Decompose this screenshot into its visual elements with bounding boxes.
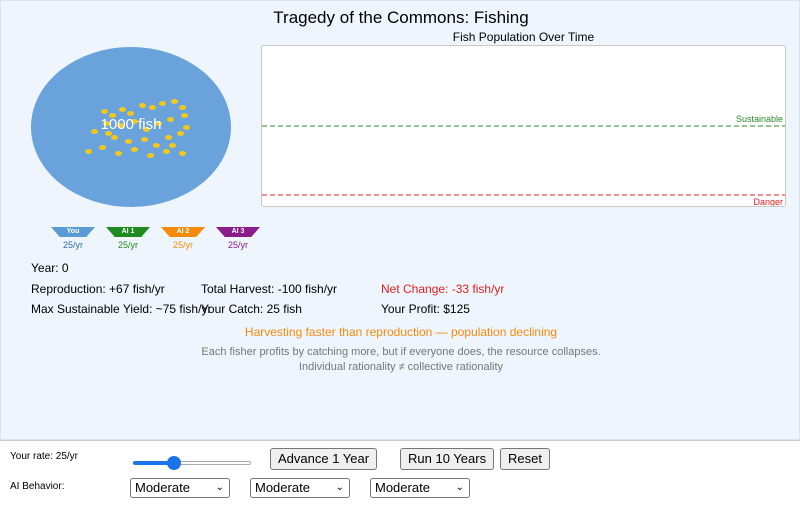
reset-button[interactable]: Reset <box>500 448 550 470</box>
fish-icon <box>159 101 166 106</box>
danger-threshold-label: Danger <box>753 197 783 206</box>
your-profit-stat: Your Profit: $125 <box>381 302 470 316</box>
ai-3-behavior-select[interactable]: Moderate ⌄ <box>370 478 470 498</box>
boat-icon: You <box>51 227 95 237</box>
fish-icon <box>171 99 178 104</box>
slider-thumb[interactable] <box>167 456 181 470</box>
advance-year-button[interactable]: Advance 1 Year <box>270 448 378 470</box>
run-10-years-button[interactable]: Run 10 Years <box>400 448 495 470</box>
select-value: Moderate <box>255 480 310 495</box>
ai-1-behavior-select[interactable]: Moderate ⌄ <box>130 478 230 498</box>
fish-icon <box>85 149 92 154</box>
rate-label: Your rate: 25/yr <box>10 451 79 462</box>
rationality-note: Individual rationality ≠ collective rati… <box>298 361 504 373</box>
page-title: Tragedy of the Commons: Fishing <box>273 8 529 27</box>
fish-icon <box>149 105 156 110</box>
simulation-panel: Tragedy of the Commons: Fishing 1000 fis… <box>0 0 800 440</box>
explanation-note: Each fisher profits by catching more, bu… <box>201 346 601 358</box>
fish-count-label: 1000 fish <box>100 116 162 133</box>
your-catch-stat: Your Catch: 25 fish <box>201 302 302 316</box>
fisher-ai-2: AI 2 25/yr <box>160 227 206 250</box>
fish-icon <box>169 143 176 148</box>
select-value: Moderate <box>375 480 430 495</box>
fisher-ai-1: AI 1 25/yr <box>105 227 151 250</box>
chevron-down-icon: ⌄ <box>455 482 464 493</box>
fish-icon <box>115 151 122 156</box>
select-value: Moderate <box>135 480 190 495</box>
harvest-rate-slider[interactable] <box>133 456 251 470</box>
slider-track <box>174 461 251 465</box>
ai-behavior-label: AI Behavior: <box>10 481 65 492</box>
fisher-rate: 25/yr <box>172 240 193 250</box>
fish-icon <box>101 109 108 114</box>
fish-icon <box>179 105 186 110</box>
population-chart: Sustainable Danger <box>261 45 786 207</box>
fish-icon <box>125 139 132 144</box>
boat-icon: AI 2 <box>161 227 205 237</box>
year-stat: Year: 0 <box>31 261 69 275</box>
controls-panel: Your rate: 25/yr Advance 1 Year Run 10 Y… <box>0 440 800 522</box>
chevron-down-icon: ⌄ <box>215 482 224 493</box>
fish-icon <box>119 107 126 112</box>
reproduction-stat: Reproduction: +67 fish/yr <box>31 282 165 296</box>
ai-2-behavior-select[interactable]: Moderate ⌄ <box>250 478 350 498</box>
fish-icon <box>153 143 160 148</box>
net-change-stat: Net Change: -33 fish/yr <box>381 282 505 296</box>
fish-icon <box>179 151 186 156</box>
decline-warning: Harvesting faster than reproduction — po… <box>244 325 558 339</box>
fisher-rate: 25/yr <box>62 240 83 250</box>
chevron-down-icon: ⌄ <box>335 482 344 493</box>
fish-icon <box>141 137 148 142</box>
fish-icon <box>165 135 172 140</box>
fisher-you: You 25/yr <box>50 227 96 250</box>
fisher-rate: 25/yr <box>227 240 248 250</box>
fish-icon <box>111 135 118 140</box>
fish-icon <box>131 147 138 152</box>
total-harvest-stat: Total Harvest: -100 fish/yr <box>201 282 338 296</box>
fisher-rate: 25/yr <box>117 240 138 250</box>
sustainable-threshold-label: Sustainable <box>736 114 783 124</box>
fish-icon <box>99 145 106 150</box>
chart-title: Fish Population Over Time <box>452 30 595 44</box>
boat-icon: AI 1 <box>106 227 150 237</box>
lake: 1000 fish <box>31 47 231 207</box>
boat-icon: AI 3 <box>216 227 260 237</box>
fish-icon <box>139 103 146 108</box>
msy-stat: Max Sustainable Yield: ~75 fish/yr <box>31 302 212 316</box>
fish-icon <box>147 153 154 158</box>
population-chart-svg: Sustainable Danger <box>262 114 785 206</box>
fisher-ai-3: AI 3 25/yr <box>215 227 261 250</box>
fish-icon <box>163 149 170 154</box>
